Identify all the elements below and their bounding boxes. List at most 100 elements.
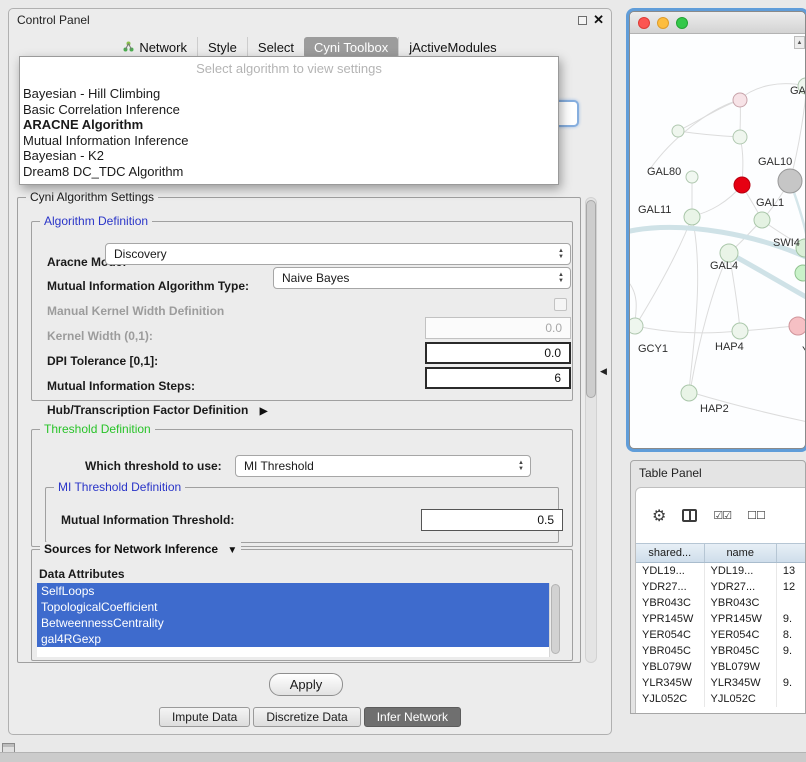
algorithm-option[interactable]: Mutual Information Inference <box>20 133 558 149</box>
algorithm-option[interactable]: Bayesian - Hill Climbing <box>20 86 558 102</box>
table-cell: YBL079W <box>705 659 777 675</box>
algorithm-definition-title: Algorithm Definition <box>40 214 152 228</box>
network-node[interactable] <box>684 209 700 225</box>
tab-label: Network <box>139 40 187 55</box>
network-node[interactable] <box>681 385 697 401</box>
hub-definition-label: Hub/Transcription Factor Definition <box>47 403 248 417</box>
network-tab-icon <box>123 40 134 55</box>
network-node[interactable] <box>686 171 698 183</box>
network-node[interactable] <box>754 212 770 228</box>
network-edge[interactable] <box>740 326 797 331</box>
tab-infer-network[interactable]: Infer Network <box>364 707 461 727</box>
panel-collapse-arrow[interactable]: ◀ <box>600 366 607 377</box>
column-header-name[interactable]: name <box>705 544 777 562</box>
table-cell: YLR345W <box>636 675 705 691</box>
network-edge[interactable] <box>693 185 742 216</box>
network-node[interactable] <box>672 125 684 137</box>
columns-icon[interactable] <box>682 509 697 522</box>
settings-scrollbar-thumb[interactable] <box>586 200 596 398</box>
network-graph[interactable]: GAL80GAL10GAL11GAL1SWI4GAL4GCY1HAP4HAP2G… <box>630 34 805 448</box>
hide-columns-icon[interactable]: ☐☐ <box>747 509 765 522</box>
network-edge[interactable] <box>650 100 740 169</box>
table-cell: YER054C <box>636 627 705 643</box>
network-node[interactable] <box>630 318 643 334</box>
show-columns-icon[interactable]: ☑☑ <box>713 509 731 522</box>
hub-definition-toggle[interactable]: Hub/Transcription Factor Definition ▶ <box>47 403 267 417</box>
scroll-up-icon[interactable]: ▲ <box>794 36 805 49</box>
sources-toggle[interactable]: Sources for Network Inference ▼ <box>40 542 241 556</box>
settings-scrollbar[interactable] <box>585 197 597 663</box>
node-label: HAP4 <box>715 341 744 353</box>
table-row[interactable]: YDR27...YDR27...12 <box>636 579 806 595</box>
network-edge[interactable] <box>636 326 739 333</box>
tab-style[interactable]: Style <box>197 37 247 58</box>
network-edge[interactable] <box>636 217 692 325</box>
data-attribute-item[interactable]: SelfLoops <box>37 583 549 599</box>
network-node[interactable] <box>789 317 805 335</box>
data-attribute-item[interactable]: TopologicalCoefficient <box>37 599 549 615</box>
tab-impute-data[interactable]: Impute Data <box>159 707 250 727</box>
minimize-window-icon[interactable] <box>657 17 669 29</box>
combobox-stepper-icon: ▲▼ <box>558 273 564 284</box>
algorithm-option[interactable]: Basic Correlation Inference <box>20 102 558 118</box>
table-row[interactable]: YBR045CYBR045C9. <box>636 643 806 659</box>
table-row[interactable]: YJL052CYJL052C <box>636 691 806 707</box>
network-node[interactable] <box>733 93 747 107</box>
data-attribute-item[interactable]: BetweennessCentrality <box>37 615 549 631</box>
network-edge[interactable] <box>689 217 698 392</box>
mi-steps-input[interactable] <box>425 367 571 389</box>
table-row[interactable]: YDL19...YDL19...13 <box>636 563 806 579</box>
aracne-mode-combobox[interactable]: Discovery ▲▼ <box>105 243 571 265</box>
network-edge[interactable] <box>678 100 740 131</box>
float-panel-icon[interactable] <box>578 16 587 25</box>
attributes-scrollbar[interactable] <box>549 583 561 657</box>
network-window-titlebar[interactable] <box>630 12 805 34</box>
control-panel-window: Control Panel ✕ Network Style Select Cyn… <box>8 8 612 735</box>
column-header-clipped[interactable] <box>777 544 806 562</box>
node-label: GAL4 <box>710 260 738 272</box>
mi-algorithm-type-combobox[interactable]: Naive Bayes ▲▼ <box>273 267 571 289</box>
network-node[interactable] <box>734 177 750 193</box>
manual-kernel-width-checkbox[interactable] <box>554 298 567 311</box>
gear-icon[interactable]: ⚙ <box>652 506 666 526</box>
node-label: GAL10 <box>758 156 792 168</box>
table-row[interactable]: YBR043CYBR043C <box>636 595 806 611</box>
kernel-width-input[interactable] <box>425 317 571 339</box>
zoom-window-icon[interactable] <box>676 17 688 29</box>
tab-jactivemodules[interactable]: jActiveModules <box>398 37 506 58</box>
network-node[interactable] <box>778 169 802 193</box>
network-edge[interactable] <box>729 253 805 298</box>
tab-network[interactable]: Network <box>113 37 197 58</box>
close-window-icon[interactable] <box>638 17 650 29</box>
tab-cyni-toolbox[interactable]: Cyni Toolbox <box>304 37 398 58</box>
data-attribute-item[interactable]: gal4RGexp <box>37 631 549 647</box>
minimized-panel-icon-bar <box>3 744 14 747</box>
apply-button[interactable]: Apply <box>269 673 343 696</box>
table-row[interactable]: YLR345WYLR345W9. <box>636 675 806 691</box>
algorithm-dropdown-popup: Select algorithm to view settings Bayesi… <box>19 56 559 185</box>
expand-right-icon[interactable]: ▶ <box>260 406 268 417</box>
algorithm-option[interactable]: Dream8 DC_TDC Algorithm <box>20 164 558 180</box>
sources-label: Sources for Network Inference <box>44 542 218 556</box>
network-edge[interactable] <box>790 94 805 181</box>
table-row[interactable]: YER054CYER054C8. <box>636 627 806 643</box>
network-canvas[interactable]: GAL80GAL10GAL11GAL1SWI4GAL4GCY1HAP4HAP2G… <box>630 34 805 448</box>
table-cell: YBR045C <box>705 643 777 659</box>
attributes-scrollbar-thumb[interactable] <box>551 584 560 654</box>
algorithm-option[interactable]: ARACNE Algorithm <box>20 117 558 133</box>
network-node[interactable] <box>732 323 748 339</box>
mi-threshold-input[interactable] <box>421 509 563 531</box>
column-header-shared-name[interactable]: shared... <box>636 544 705 562</box>
close-icon[interactable]: ✕ <box>593 12 604 28</box>
algorithm-option[interactable]: Bayesian - K2 <box>20 148 558 164</box>
tab-discretize-data[interactable]: Discretize Data <box>253 707 360 727</box>
network-edge[interactable] <box>678 131 740 137</box>
dpi-tolerance-input[interactable] <box>425 342 571 364</box>
which-threshold-combobox[interactable]: MI Threshold ▲▼ <box>235 455 531 477</box>
network-node[interactable] <box>795 265 805 281</box>
collapse-down-icon[interactable]: ▼ <box>227 545 237 556</box>
table-row[interactable]: YPR145WYPR145W9. <box>636 611 806 627</box>
tab-select[interactable]: Select <box>247 37 304 58</box>
table-row[interactable]: YBL079WYBL079W <box>636 659 806 675</box>
network-node[interactable] <box>733 130 747 144</box>
